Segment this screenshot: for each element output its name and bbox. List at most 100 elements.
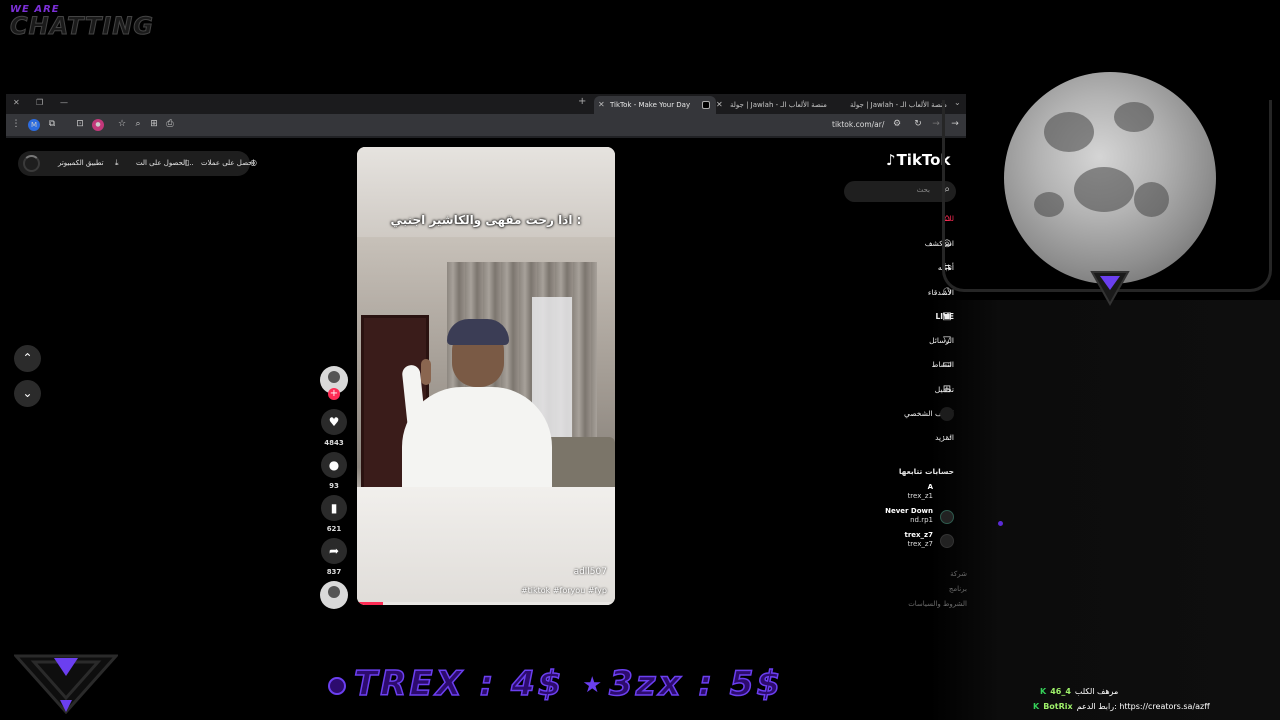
- following-accounts-title: حسابات تتابعها: [898, 467, 954, 476]
- kick-icon: K: [1040, 687, 1047, 696]
- close-tab-icon[interactable]: ✕: [598, 100, 605, 109]
- search-placeholder: بحث: [916, 186, 930, 194]
- messages-icon: ▽: [943, 335, 951, 346]
- donation-ticker: TREX : 4$ ★ 3zx : 5$: [328, 663, 783, 705]
- address-bar: ⋮ M ⧉ ⊡ ● ☆ ⌕ ⊞ ⎙ tiktok.com/ar/ ⚙ ↻ → →: [6, 114, 966, 136]
- promo-bar: تطبيق الكمبيوتر ⤓ الحصول على الت... ▯ اح…: [18, 151, 257, 176]
- install-app-icon[interactable]: ⊞: [148, 119, 160, 131]
- star-icon: ★: [582, 673, 606, 698]
- followed-account-1[interactable]: Atrex_z1: [908, 483, 933, 501]
- kick-icon: K: [1033, 702, 1040, 711]
- chat-text: رابط الدعم: https://creators.sa/azff: [1076, 702, 1210, 711]
- share-button[interactable]: ➦: [321, 538, 347, 564]
- moon-graphic: [1004, 72, 1216, 284]
- sound-avatar[interactable]: [320, 581, 348, 609]
- live-icon: ▣: [942, 311, 952, 322]
- like-button[interactable]: ♥: [321, 409, 347, 435]
- extensions-puzzle-icon[interactable]: ⊡: [74, 119, 86, 131]
- coin-icon: ◎: [250, 158, 257, 167]
- video-hashtags[interactable]: #tiktok #foryou #fyp: [521, 586, 607, 595]
- search-input[interactable]: بحث ⌕: [844, 181, 956, 202]
- right-panel-background: [930, 300, 1280, 720]
- save-count: 621: [326, 525, 342, 533]
- tiktok-note-icon: ♪: [886, 151, 896, 169]
- ticker-trex: TREX : 4$: [353, 663, 565, 705]
- account-name: A: [927, 483, 933, 491]
- w-badge-icon: [1090, 271, 1130, 307]
- desktop-app-link[interactable]: تطبيق الكمبيوتر: [58, 159, 104, 167]
- chat-text: مرهف الكلب: [1074, 687, 1119, 696]
- cast-icon[interactable]: ⎙: [164, 119, 176, 131]
- restore-window-icon[interactable]: ❐: [36, 98, 43, 107]
- video-player[interactable]: اذا رحت مقهى والكاشير اجنبي : adll507 #t…: [357, 147, 615, 605]
- forward-icon[interactable]: →: [930, 119, 942, 131]
- chat-message: K 46_4 مرهف الكلب: [1040, 687, 1118, 696]
- chevron-up-icon: ⌃: [22, 351, 33, 365]
- upload-icon: ⊞: [942, 384, 952, 395]
- video-progress-fill: [357, 602, 383, 605]
- browser-window: ✕ ❐ — + ✕ TikTok - Make Your Day ✕ جولة …: [6, 94, 966, 138]
- footer-program-link[interactable]: برنامج: [949, 585, 967, 593]
- reload-icon[interactable]: ↻: [912, 119, 924, 131]
- video-progress-bar[interactable]: [357, 602, 615, 605]
- followed-account-2[interactable]: Never Down nd.rp1: [885, 507, 933, 525]
- next-video-button[interactable]: ⌄: [14, 380, 41, 407]
- chat-username: BotRix: [1043, 702, 1073, 711]
- save-button[interactable]: ▮: [321, 495, 347, 521]
- footer-company-link[interactable]: شركة: [950, 570, 967, 578]
- more-icon: ⋯: [942, 432, 952, 443]
- activity-icon: ▭: [942, 359, 952, 370]
- tab-label: جولة | Jawlah - منصة الألعاب الـ: [730, 101, 827, 109]
- minimize-window-icon[interactable]: —: [60, 98, 68, 107]
- comment-icon: ●: [328, 458, 340, 472]
- zoom-icon[interactable]: ⌕: [132, 119, 144, 131]
- site-settings-icon[interactable]: ⚙: [891, 119, 903, 131]
- tab-jawlah-2[interactable]: جولة | Jawlah - منصة الألعاب الـ: [842, 96, 950, 114]
- profile-avatar-icon[interactable]: M: [28, 119, 40, 131]
- video-frame-cap: [447, 319, 509, 345]
- account-handle: trex_z1: [907, 492, 933, 500]
- extension-badge-icon[interactable]: ●: [92, 119, 104, 131]
- account-name: trex_z7: [904, 531, 933, 539]
- menu-icon[interactable]: ⋮: [10, 119, 22, 131]
- tab-jawlah-1[interactable]: ✕ جولة | Jawlah - منصة الألعاب الـ: [712, 96, 830, 114]
- comment-count: 93: [329, 482, 339, 490]
- url-field[interactable]: tiktok.com/ar/: [832, 120, 884, 129]
- purple-dot: [998, 521, 1003, 526]
- close-window-icon[interactable]: ✕: [13, 98, 20, 107]
- brand-big-text: CHATTING: [10, 12, 154, 40]
- footer-terms-link[interactable]: الشروط والسياسات: [908, 600, 967, 608]
- account-handle: trex_z7: [907, 540, 933, 548]
- account-name: Never Down: [885, 507, 933, 515]
- heart-icon: ♥: [328, 415, 340, 429]
- tiktok-logo[interactable]: ♪TikTok: [886, 151, 950, 169]
- tab-tiktok[interactable]: ✕ TikTok - Make Your Day: [594, 96, 716, 114]
- chat-username: 46_4: [1050, 687, 1071, 696]
- account-handle: nd.rp1: [910, 516, 933, 524]
- account-avatar[interactable]: [940, 534, 954, 548]
- video-username[interactable]: adll507: [574, 567, 607, 577]
- extension-icon[interactable]: ⧉: [46, 119, 58, 131]
- previous-video-button[interactable]: ⌃: [14, 345, 41, 372]
- coin-icon: [328, 676, 346, 695]
- follow-plus-icon[interactable]: +: [328, 388, 340, 400]
- phone-icon: ▯: [185, 158, 190, 167]
- chat-message: K BotRix رابط الدعم: https://creators.sa/a…: [1033, 702, 1210, 711]
- bookmark-star-icon[interactable]: ☆: [116, 119, 128, 131]
- w-logo-icon: [14, 654, 118, 714]
- tab-label: جولة | Jawlah - منصة الألعاب الـ: [850, 101, 947, 109]
- profile-icon: [940, 407, 954, 421]
- stream-brand: WE ARE CHATTING: [10, 4, 154, 40]
- tab-bar: ✕ ❐ — + ✕ TikTok - Make Your Day ✕ جولة …: [6, 94, 966, 114]
- share-count: 837: [326, 568, 342, 576]
- comment-button[interactable]: ●: [321, 452, 347, 478]
- followed-account-3[interactable]: trex_z7 trex_z7: [904, 531, 933, 549]
- bookmark-icon: ▮: [330, 501, 338, 515]
- close-tab-icon[interactable]: ✕: [716, 100, 723, 109]
- video-frame-hand: [421, 359, 431, 385]
- new-tab-button[interactable]: +: [578, 96, 586, 107]
- like-count: 4843: [324, 439, 344, 447]
- download-icon: ⤓: [115, 158, 119, 167]
- account-avatar[interactable]: [940, 510, 954, 524]
- get-coins-link[interactable]: احصل على عملات: [201, 159, 254, 167]
